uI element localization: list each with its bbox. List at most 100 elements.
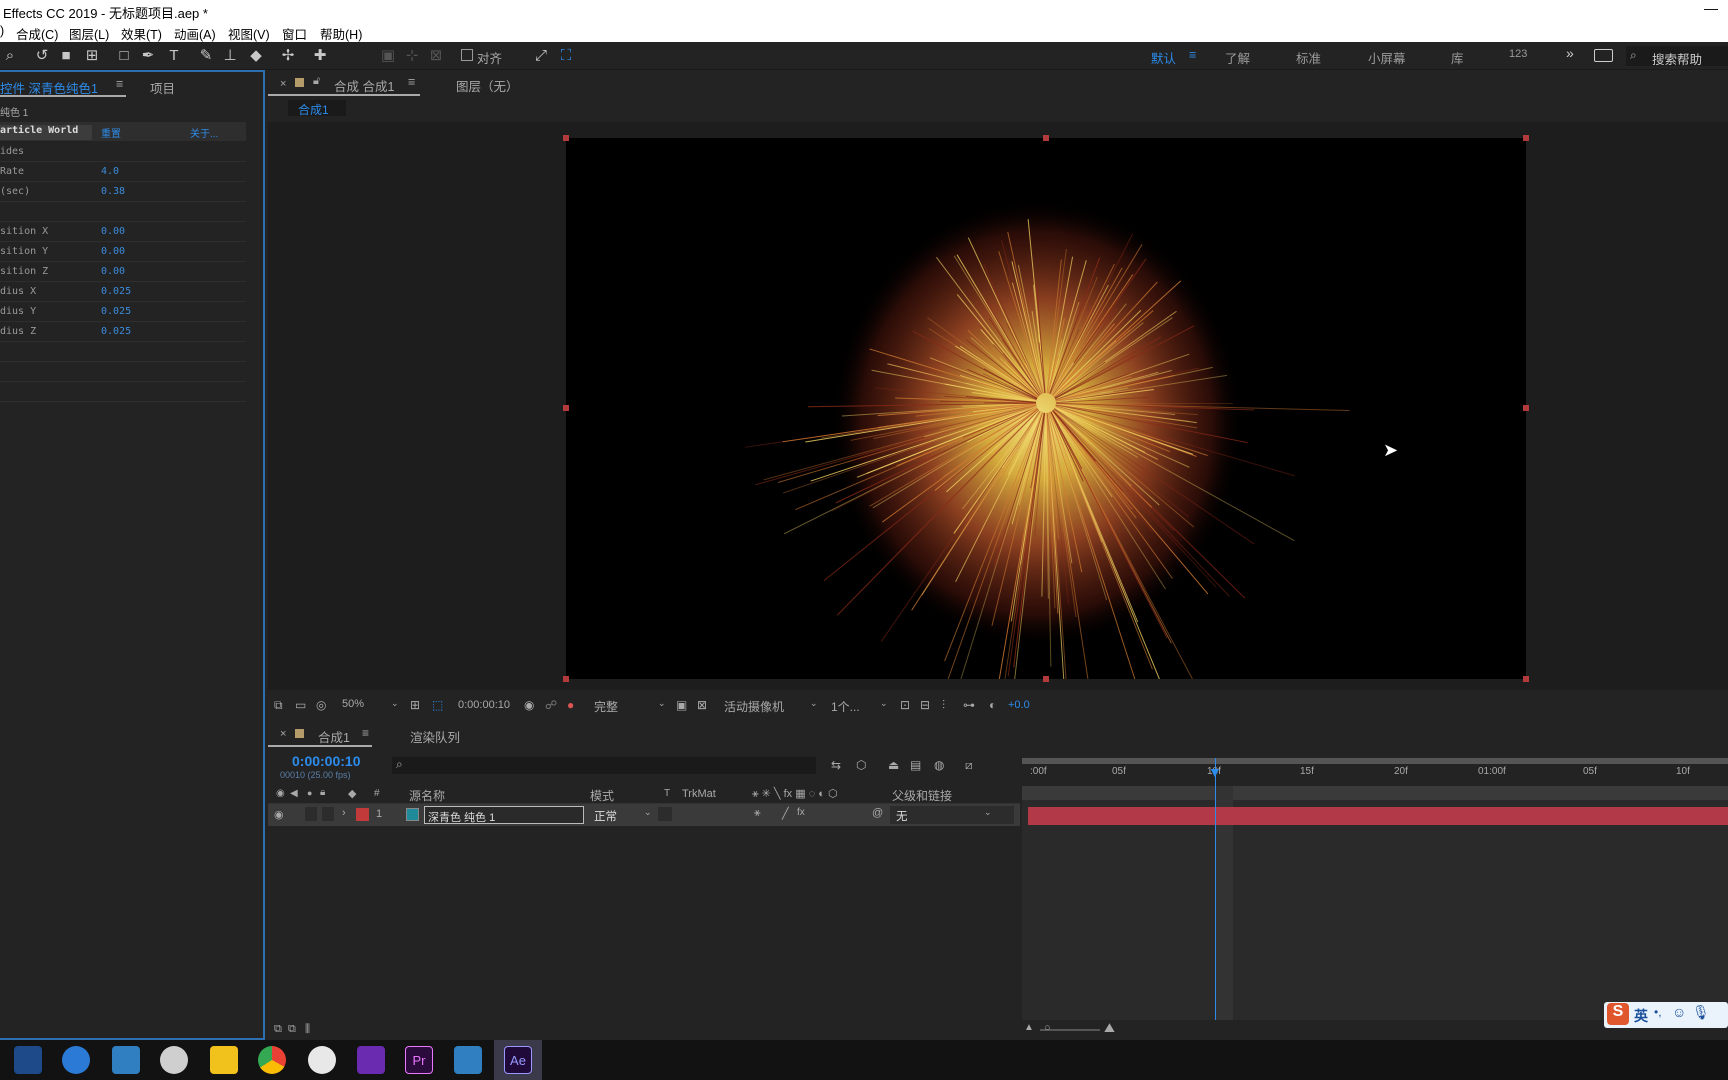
layer-name-field[interactable]: 深青色 纯色 1	[424, 806, 584, 824]
search-help-field[interactable]: ⌕ 搜索帮助	[1626, 46, 1728, 67]
menu-effect[interactable]: 效果(T)	[121, 24, 162, 43]
effect-row-value[interactable]: 0.00	[101, 226, 125, 237]
effect-name[interactable]: article World	[0, 125, 92, 140]
playhead-handle-icon[interactable]: ▼	[1208, 764, 1222, 780]
menu-window[interactable]: 窗口	[282, 24, 307, 43]
region-of-interest-icon[interactable]: ▣	[676, 698, 687, 712]
channel-icon[interactable]: ●	[567, 698, 574, 712]
comp-mini-flowchart-icon[interactable]: ⇆	[831, 758, 841, 772]
mode-header[interactable]: 模式	[590, 787, 614, 804]
transparency-grid-icon[interactable]: ⬚	[432, 698, 443, 712]
effect-row-value[interactable]: 0.025	[101, 326, 131, 337]
effect-about-link[interactable]: 关于...	[190, 125, 218, 140]
mask-visibility-icon[interactable]: ◎	[316, 698, 326, 712]
panel-menu-icon[interactable]: ≡	[116, 77, 123, 91]
tab-composition[interactable]: 合成 合成1	[334, 76, 394, 95]
solo-toggle[interactable]	[305, 807, 317, 821]
close-tab-icon[interactable]: ×	[280, 78, 286, 90]
transform-handle[interactable]	[1043, 676, 1049, 682]
ime-toolbar[interactable]: S 英 •, ☺ 🎙︎	[1604, 1002, 1728, 1028]
layer-label-color[interactable]	[356, 808, 369, 821]
frame-blending-icon[interactable]: ▤	[910, 758, 921, 772]
snap-options-icon[interactable]: ⛶	[556, 46, 576, 66]
workspace-libraries[interactable]: 库	[1451, 48, 1464, 67]
transform-handle[interactable]	[563, 135, 569, 141]
axis-view-icon[interactable]: ⊠	[426, 46, 446, 66]
effect-row-value[interactable]: 0.025	[101, 286, 131, 297]
lock-toggle[interactable]	[322, 807, 334, 821]
menu-composition[interactable]: 合成(C)	[16, 24, 58, 43]
snap-icon[interactable]: ⤢	[531, 46, 551, 66]
panel-menu-icon[interactable]: ≡	[362, 726, 369, 740]
axis-local-icon[interactable]: ▣	[378, 46, 398, 66]
transparency-toggle-icon[interactable]: ⊠	[697, 698, 707, 712]
camera-dropdown[interactable]: 活动摄像机	[724, 698, 784, 715]
layer-row[interactable]: ◉ › 1 深青色 纯色 1 正常 ⌄ ⚹ ╱ fx @ 无 ⌄	[268, 804, 1020, 826]
video-visibility-icon[interactable]: ◉	[276, 788, 285, 799]
zoom-slider-thumb[interactable]: ○	[1044, 1022, 1051, 1034]
transform-handle[interactable]	[1523, 405, 1529, 411]
fx-switch-icon[interactable]: fx	[797, 807, 805, 818]
audio-icon[interactable]: ◀	[290, 788, 298, 799]
lock-icon[interactable]: 🔓︎	[313, 75, 320, 88]
close-tab-icon[interactable]: ×	[280, 728, 286, 740]
resolution-dropdown[interactable]: 完整	[594, 698, 618, 715]
always-preview-icon[interactable]: ⧉	[274, 698, 283, 713]
after-effects-icon[interactable]: Ae	[504, 1046, 532, 1074]
tab-layer[interactable]: 图层（无）	[456, 76, 519, 95]
effect-row-value[interactable]: 4.0	[101, 166, 119, 177]
flowchart-icon[interactable]: ⊶	[963, 698, 975, 712]
current-time-indicator[interactable]	[1215, 758, 1216, 1020]
file-explorer-2-icon[interactable]	[454, 1046, 482, 1074]
quality-switch-icon[interactable]: ╱	[782, 807, 789, 820]
comp-breadcrumb[interactable]: 合成1	[288, 100, 346, 117]
minimize-button[interactable]: —	[1704, 0, 1718, 16]
monitor-icon[interactable]: ▭	[295, 698, 306, 712]
parent-link-header[interactable]: 父级和链接	[892, 787, 952, 804]
zoom-out-icon[interactable]: ▲	[1024, 1022, 1034, 1033]
menu-help[interactable]: 帮助(H)	[320, 24, 362, 43]
timeline-timecode[interactable]: 0:00:00:10	[292, 753, 361, 769]
file-explorer-icon[interactable]	[112, 1046, 140, 1074]
rectangle-tool-icon[interactable]: □	[114, 46, 134, 66]
snapshot-icon[interactable]: ◉	[524, 698, 534, 712]
punctuation-icon[interactable]: •,	[1654, 1005, 1662, 1019]
transform-handle[interactable]	[1523, 135, 1529, 141]
draft-3d-icon[interactable]: ⬡	[856, 758, 866, 772]
graph-editor-icon[interactable]: ⧄	[965, 758, 973, 773]
zoom-dropdown[interactable]: 50%	[342, 698, 364, 710]
workspace-123[interactable]: 123	[1509, 48, 1527, 60]
effect-row-value[interactable]: 0.025	[101, 306, 131, 317]
eye-icon[interactable]: ◉	[274, 808, 284, 821]
ime-mode-label[interactable]: 英	[1634, 1006, 1648, 1026]
clone-stamp-tool-icon[interactable]: ⊥	[220, 46, 240, 66]
camera-tool-icon[interactable]: ■	[56, 46, 76, 66]
tab-project[interactable]: 项目	[150, 78, 175, 97]
shy-layers-icon[interactable]: ⏏	[888, 758, 899, 772]
panel-menu-icon[interactable]: ≡	[408, 75, 415, 89]
trkmat-toggle[interactable]	[658, 807, 672, 821]
align-checkbox[interactable]	[461, 49, 473, 61]
menu-animation[interactable]: 动画(A)	[174, 24, 216, 43]
workspace-small-screen[interactable]: 小屏幕	[1368, 48, 1406, 67]
safe-areas-icon[interactable]: ⊞	[410, 698, 420, 712]
workspace-menu-icon[interactable]: ≡	[1189, 48, 1196, 62]
mode-dropdown[interactable]: 正常	[594, 808, 617, 824]
zoom-in-icon[interactable]: ⛰	[1104, 1020, 1115, 1036]
time-ruler[interactable]: :00f 05f 10f 15f 20f 01:00f 05f 10f	[1022, 758, 1728, 786]
views-dropdown[interactable]: 1个...	[831, 698, 860, 715]
effect-reset-link[interactable]: 重置	[101, 125, 121, 140]
transform-handle[interactable]	[1523, 676, 1529, 682]
menu-view[interactable]: 视图(V)	[228, 24, 270, 43]
motion-blur-icon[interactable]: ◍	[934, 758, 944, 772]
puppet-pin-tool-icon[interactable]: ✚	[310, 46, 330, 66]
timeline-search-input[interactable]: ⌕	[392, 757, 816, 774]
eraser-tool-icon[interactable]: ◆	[246, 46, 266, 66]
type-tool-icon[interactable]: T	[164, 46, 184, 66]
transform-handle[interactable]	[1043, 135, 1049, 141]
roto-brush-tool-icon[interactable]: ✢	[278, 46, 298, 66]
modes-toggle-icon[interactable]: ⧉	[288, 1023, 296, 1036]
show-snapshot-icon[interactable]: ☍	[545, 698, 557, 712]
timeline-icon[interactable]: ⫶	[942, 698, 945, 713]
effect-row-value[interactable]: 0.38	[101, 186, 125, 197]
